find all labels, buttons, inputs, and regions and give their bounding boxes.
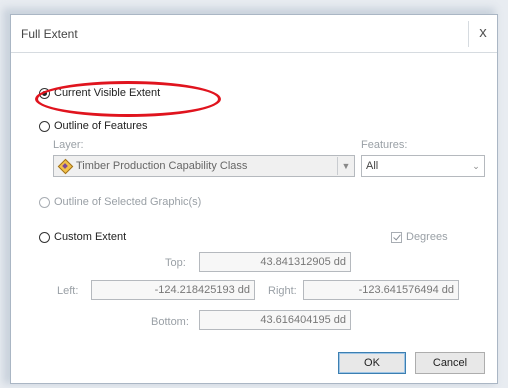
layer-diamond-icon	[58, 159, 72, 173]
features-dropdown-value: All	[366, 160, 379, 172]
radio-outline-of-selected-graphics[interactable]: Outline of Selected Graphic(s)	[39, 196, 201, 208]
left-field[interactable]: -124.218425193 dd	[91, 280, 255, 300]
degrees-checkbox-label: Degrees	[406, 231, 448, 243]
radio-unchecked-icon	[39, 231, 50, 243]
cancel-button[interactable]: Cancel	[415, 352, 485, 374]
chevron-down-icon: ▼	[337, 157, 354, 175]
dialog-title: Full Extent	[21, 27, 78, 41]
title-bar: Full Extent x	[11, 15, 497, 53]
layer-label: Layer:	[53, 139, 84, 151]
radio-outline-of-selected-graphics-label: Outline of Selected Graphic(s)	[54, 196, 202, 208]
chevron-down-icon: ⌄	[472, 160, 480, 171]
features-label: Features:	[361, 139, 408, 151]
close-button[interactable]: x	[468, 21, 497, 47]
full-extent-dialog: Full Extent x Current Visible Extent Out…	[10, 14, 498, 384]
radio-unchecked-icon	[39, 196, 50, 208]
bottom-field[interactable]: 43.616404195 dd	[199, 310, 351, 330]
left-label: Left:	[57, 285, 79, 297]
radio-outline-of-features-label: Outline of Features	[54, 120, 148, 132]
highlight-ring	[35, 81, 221, 117]
ok-button[interactable]: OK	[338, 352, 406, 374]
layer-dropdown-value: Timber Production Capability Class	[76, 160, 248, 172]
radio-outline-of-features[interactable]: Outline of Features	[39, 120, 148, 132]
degrees-checkbox[interactable]: Degrees	[391, 231, 448, 243]
radio-custom-extent-label: Custom Extent	[54, 231, 127, 243]
right-field[interactable]: -123.641576494 dd	[303, 280, 459, 300]
top-label: Top:	[165, 257, 186, 269]
close-icon: x	[479, 24, 487, 41]
features-dropdown[interactable]: All ⌄	[361, 155, 485, 177]
top-field[interactable]: 43.841312905 dd	[199, 252, 351, 272]
bottom-label: Bottom:	[151, 316, 189, 328]
radio-custom-extent[interactable]: Custom Extent	[39, 231, 126, 243]
radio-unchecked-icon	[39, 120, 50, 132]
right-label: Right:	[268, 285, 297, 297]
checkmark-icon	[391, 231, 402, 243]
layer-dropdown[interactable]: Timber Production Capability Class ▼	[53, 155, 355, 177]
